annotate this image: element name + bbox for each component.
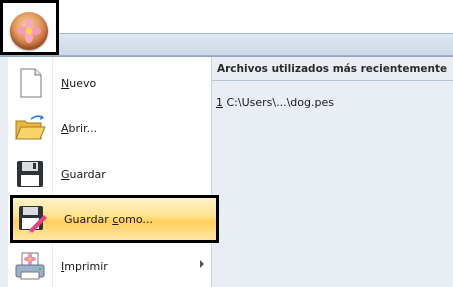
- recent-file-path: C:\Users\...\dog.pes: [223, 96, 334, 109]
- application-menu: Nuevo Abrir... Guardar Guardar como... I…: [0, 56, 453, 287]
- menu-item-guardar[interactable]: Guardar: [8, 152, 212, 196]
- recent-files-header: Archivos utilizados más recientemente: [212, 57, 453, 81]
- menu-item-label: Imprimir: [61, 259, 108, 273]
- menu-item-label: Guardar como...: [64, 212, 153, 226]
- new-document-icon: [20, 68, 42, 98]
- ribbon-strip: [0, 34, 453, 56]
- menu-item-label: Guardar: [61, 167, 106, 181]
- menu-item-nuevo[interactable]: Nuevo: [8, 61, 212, 105]
- menu-item-imprimir[interactable]: Imprimir: [8, 244, 212, 287]
- recent-file-item[interactable]: 1 C:\Users\...\dog.pes: [216, 96, 334, 109]
- menu-item-guardar-como[interactable]: Guardar como...: [10, 195, 219, 243]
- flower-orb-icon: [10, 12, 48, 50]
- submenu-arrow-icon: [200, 260, 204, 268]
- menu-item-label: Nuevo: [61, 76, 97, 90]
- recent-file-index: 1: [216, 96, 223, 109]
- save-as-icon: [19, 206, 47, 234]
- floppy-disk-icon: [17, 161, 43, 187]
- title-bar: [0, 0, 453, 36]
- open-folder-icon: [15, 115, 46, 140]
- application-button[interactable]: [0, 0, 59, 55]
- menu-commands: Nuevo Abrir... Guardar Guardar como... I…: [8, 57, 219, 287]
- menu-item-abrir[interactable]: Abrir...: [8, 106, 212, 150]
- menu-item-label: Abrir...: [61, 121, 98, 135]
- printer-icon: [15, 252, 45, 280]
